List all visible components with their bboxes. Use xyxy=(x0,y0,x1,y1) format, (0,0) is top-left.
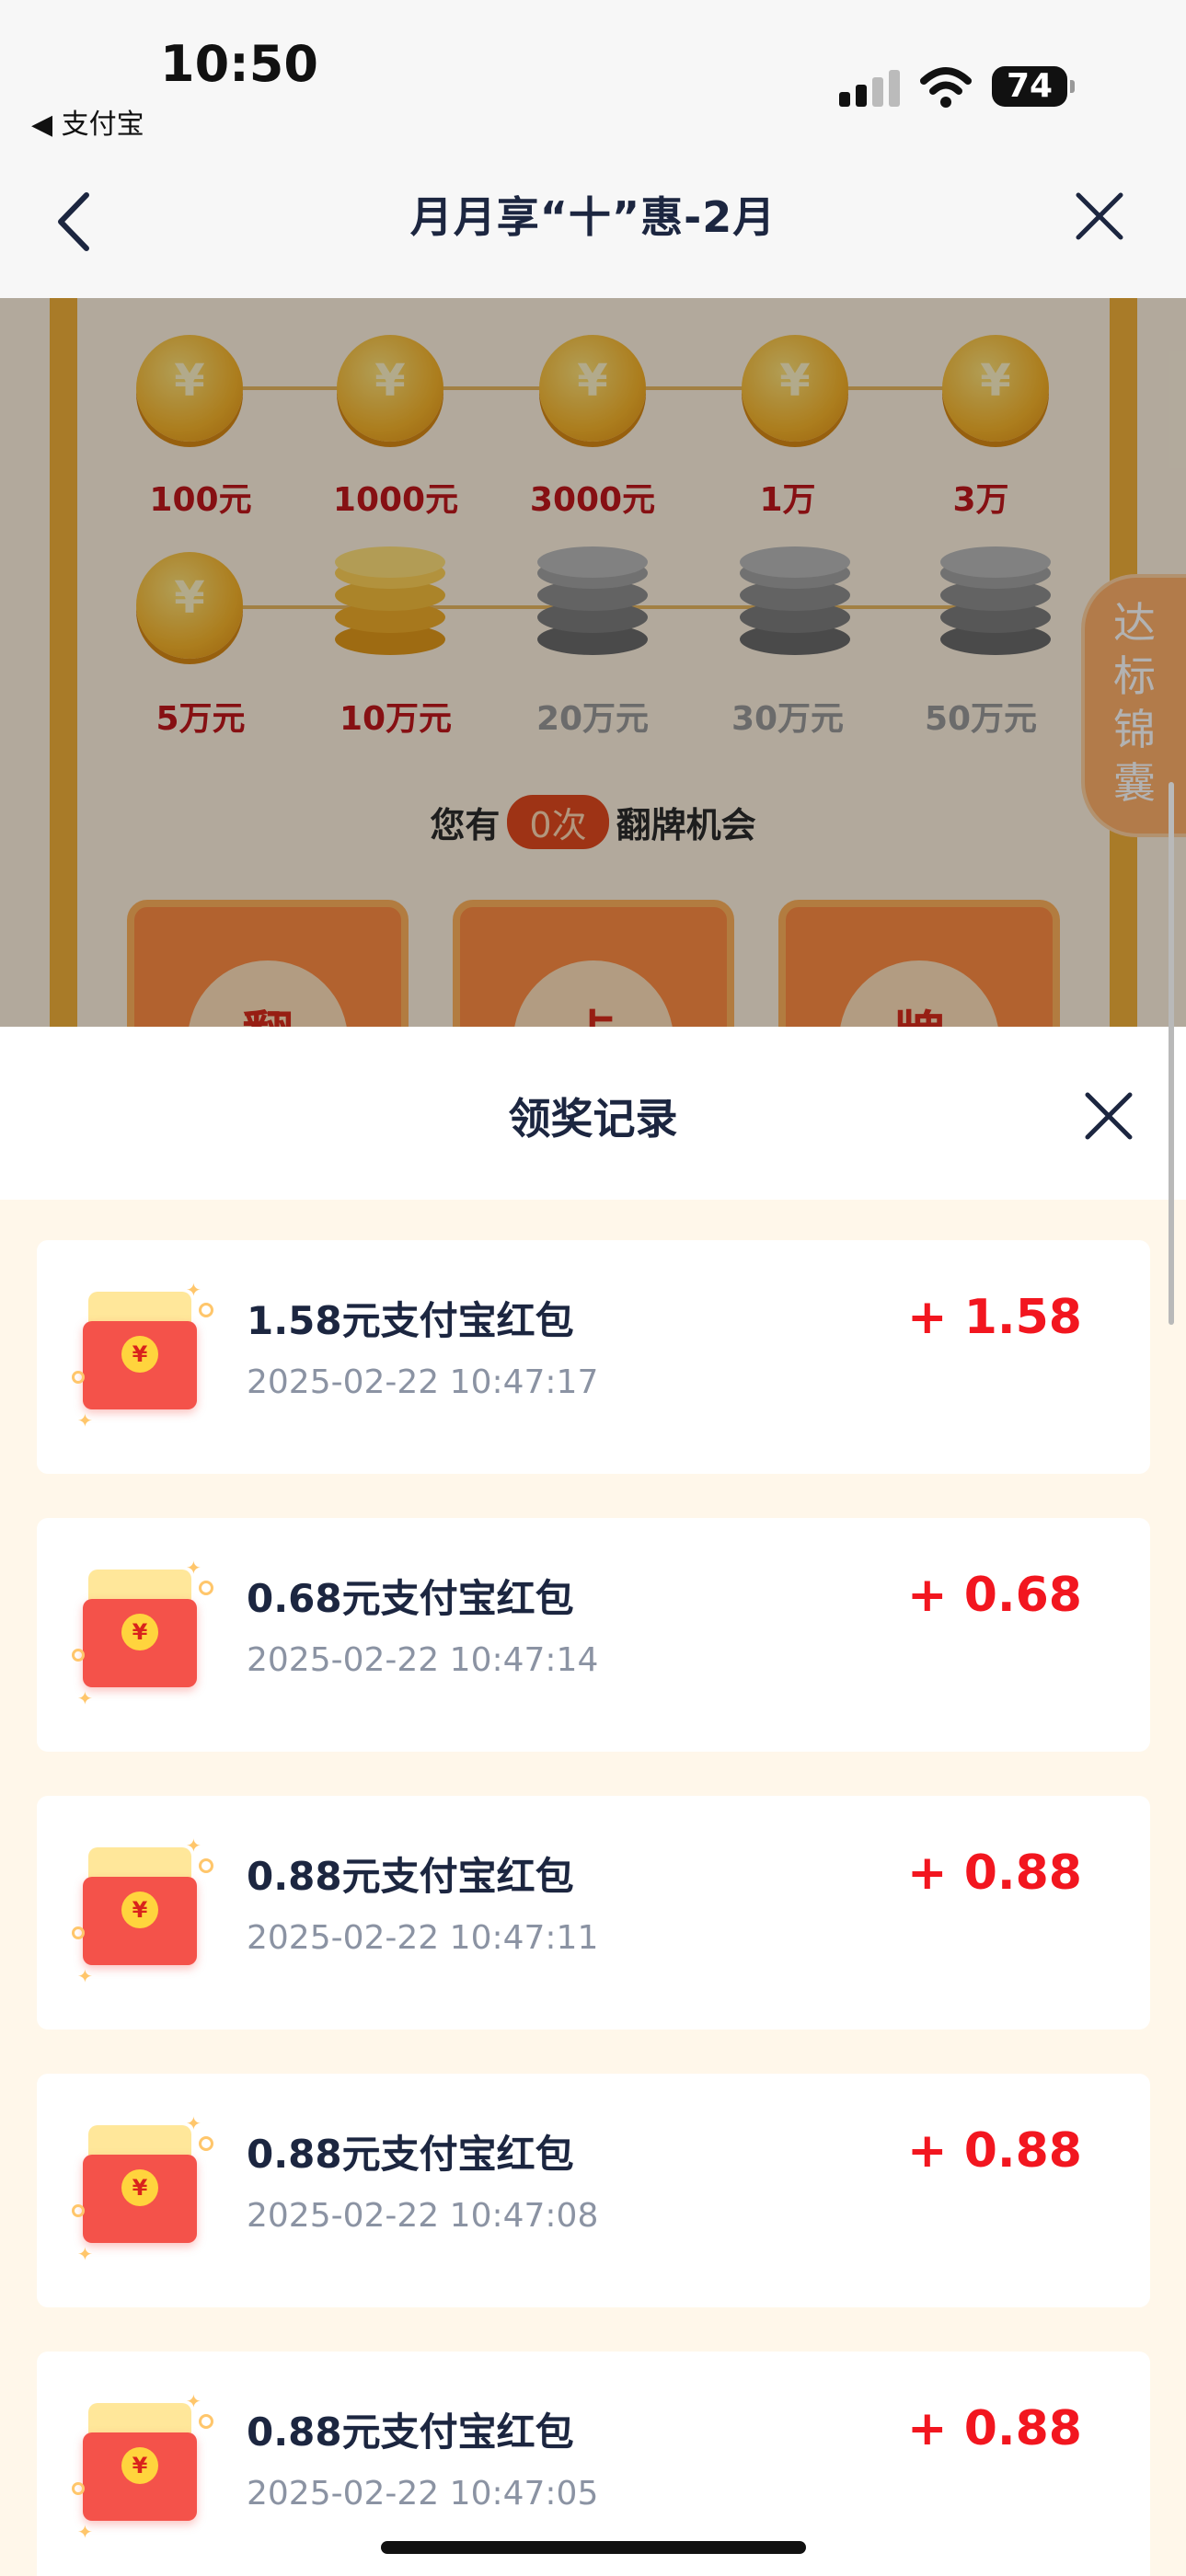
status-time: 10:50 xyxy=(160,35,318,93)
record-amount: + 0.68 xyxy=(907,1568,1082,1623)
record-title: 0.88元支付宝红包 xyxy=(247,1854,574,1899)
record-title: 0.88元支付宝红包 xyxy=(247,2132,574,2177)
scrollbar[interactable] xyxy=(1169,782,1174,1325)
close-icon[interactable] xyxy=(1080,1087,1137,1144)
record-time: 2025-02-22 10:47:11 xyxy=(247,1919,599,1957)
record-time: 2025-02-22 10:47:08 xyxy=(247,2197,599,2235)
page-title: 月月享“十”惠-2月 xyxy=(409,192,777,242)
record-time: 2025-02-22 10:47:05 xyxy=(247,2475,599,2513)
modal-overlay[interactable] xyxy=(0,298,1186,1027)
record-item: ¥ ✦ ✦ 0.88元支付宝红包 2025-02-22 10:47:08 + 0.8… xyxy=(37,2074,1150,2307)
nav-bar: 月月享“十”惠-2月 xyxy=(0,156,1186,298)
record-title: 0.88元支付宝红包 xyxy=(247,2409,574,2455)
wifi-icon xyxy=(920,67,972,108)
record-amount: + 0.88 xyxy=(907,2123,1082,2179)
red-envelope-icon: ¥ ✦ ✦ xyxy=(72,2390,215,2543)
battery-icon: 74 xyxy=(992,66,1075,107)
record-amount: + 0.88 xyxy=(907,2401,1082,2456)
red-envelope-icon: ¥ ✦ ✦ xyxy=(72,1279,215,1432)
screen: 10:50 ◀ 支付宝 74 月月享“十”惠-2月 ¥ ¥ ¥ ¥ ¥ 100元… xyxy=(0,0,1186,2576)
sheet-header: 领奖记录 xyxy=(0,1027,1186,1200)
sheet-title: 领奖记录 xyxy=(508,1094,678,1144)
red-envelope-icon: ¥ ✦ ✦ xyxy=(72,1557,215,1709)
red-envelope-icon: ¥ ✦ ✦ xyxy=(72,1834,215,1987)
record-time: 2025-02-22 10:47:14 xyxy=(247,1641,599,1679)
reward-records-sheet: 领奖记录 ¥ ✦ ✦ 1.58元支付宝红包 2025-02-22 10:47:17 … xyxy=(0,1027,1186,2576)
record-time: 2025-02-22 10:47:17 xyxy=(247,1363,599,1401)
record-item: ¥ ✦ ✦ 0.88元支付宝红包 2025-02-22 10:47:11 + 0.8… xyxy=(37,1796,1150,2030)
record-item: ¥ ✦ ✦ 0.68元支付宝红包 2025-02-22 10:47:14 + 0.6… xyxy=(37,1518,1150,1752)
status-bar: 10:50 ◀ 支付宝 74 xyxy=(0,0,1186,156)
record-title: 0.68元支付宝红包 xyxy=(247,1576,574,1621)
home-indicator[interactable] xyxy=(381,2541,806,2554)
record-amount: + 0.88 xyxy=(907,1846,1082,1901)
back-to-app-link[interactable]: ◀ 支付宝 xyxy=(31,101,144,142)
record-amount: + 1.58 xyxy=(907,1290,1082,1345)
cellular-signal-icon xyxy=(839,70,900,107)
close-icon[interactable] xyxy=(1071,188,1128,245)
record-title: 1.58元支付宝红包 xyxy=(247,1298,574,1343)
red-envelope-icon: ¥ ✦ ✦ xyxy=(72,2112,215,2265)
record-item: ¥ ✦ ✦ 1.58元支付宝红包 2025-02-22 10:47:17 + 1.5… xyxy=(37,1240,1150,1474)
